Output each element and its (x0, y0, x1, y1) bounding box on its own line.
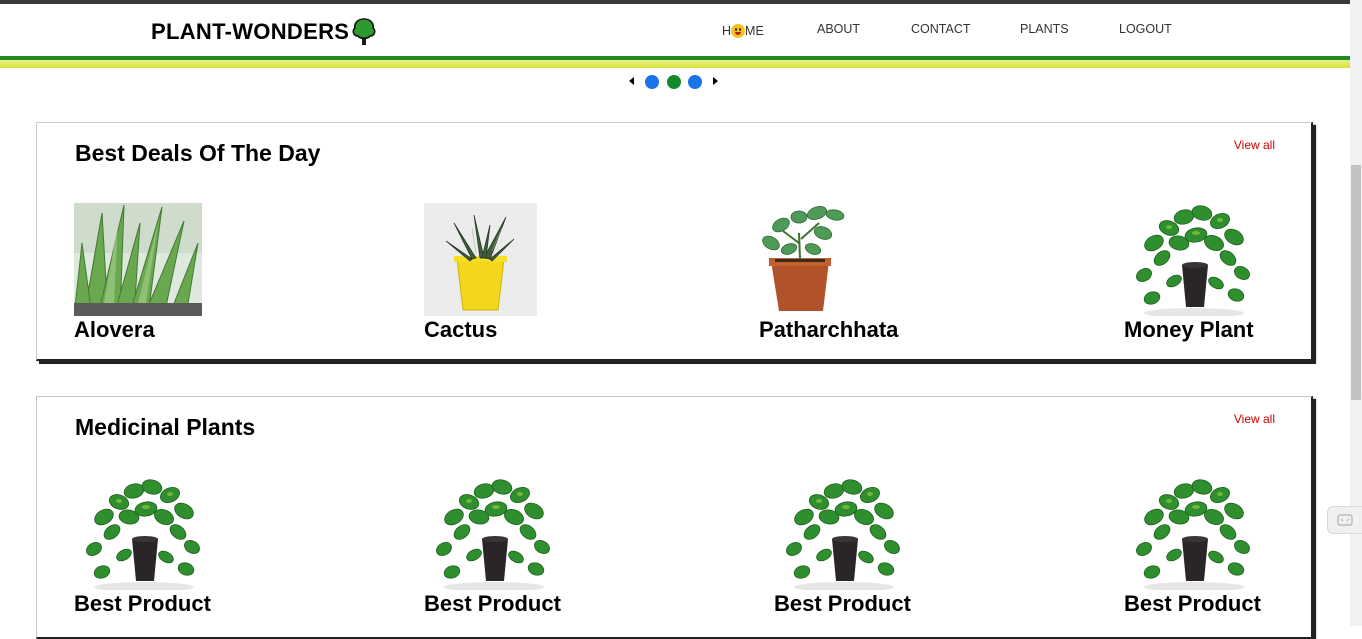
aloe-vera-image[interactable] (74, 203, 202, 316)
money-plant-image[interactable] (74, 477, 216, 590)
product-name[interactable]: Cactus (424, 317, 497, 343)
medicinal-plants-section: Medicinal Plants View all Best Product B… (36, 396, 1313, 639)
widget-icon (1337, 514, 1353, 526)
grinning-face-icon (731, 24, 746, 38)
carousel-prev-arrow-icon[interactable] (629, 77, 634, 85)
money-plant-image[interactable] (1124, 203, 1266, 316)
product-name[interactable]: Best Product (1124, 591, 1261, 617)
money-plant-image[interactable] (1124, 477, 1266, 590)
view-all-link[interactable]: View all (1234, 138, 1275, 152)
carousel-next-arrow-icon[interactable] (713, 77, 718, 85)
product-name[interactable]: Best Product (424, 591, 561, 617)
product-name[interactable]: Alovera (74, 317, 155, 343)
product-name[interactable]: Best Product (774, 591, 911, 617)
carousel-dot-1[interactable] (645, 75, 659, 89)
section-title: Best Deals Of The Day (75, 140, 321, 166)
section-title: Medicinal Plants (75, 414, 256, 440)
nav-home-suffix: ME (745, 24, 764, 38)
nav-contact-link[interactable]: CONTACT (911, 22, 971, 36)
product-name[interactable]: Patharchhata (759, 317, 898, 343)
nav-logout-link[interactable]: LOGOUT (1119, 22, 1172, 36)
side-widget-button[interactable] (1327, 506, 1362, 534)
navbar-yellow-border (0, 60, 1350, 68)
nav-about-link[interactable]: ABOUT (817, 22, 860, 36)
nav-plants-link[interactable]: PLANTS (1020, 22, 1069, 36)
carousel-controls (626, 72, 726, 90)
nav-home-prefix: H (722, 24, 732, 38)
nav-links: H ME ABOUT CONTACT PLANTS LOGOUT (0, 22, 1350, 42)
best-deals-section: Best Deals Of The Day View all Alovera C… (36, 122, 1313, 361)
money-plant-image[interactable] (774, 477, 916, 590)
carousel-dot-2-active[interactable] (667, 75, 681, 89)
scrollbar-thumb[interactable] (1351, 165, 1361, 400)
product-name[interactable]: Best Product (74, 591, 211, 617)
view-all-link[interactable]: View all (1234, 412, 1275, 426)
money-plant-image[interactable] (424, 477, 566, 590)
product-name[interactable]: Money Plant (1124, 317, 1254, 343)
carousel-dot-3[interactable] (688, 75, 702, 89)
snake-plant-image[interactable] (424, 203, 537, 316)
navbar: PLANT-WONDERS H ME ABOUT CONTACT PLANTS … (0, 4, 1350, 56)
patharchatta-image[interactable] (759, 203, 849, 316)
nav-home-link[interactable]: H ME (722, 24, 764, 38)
